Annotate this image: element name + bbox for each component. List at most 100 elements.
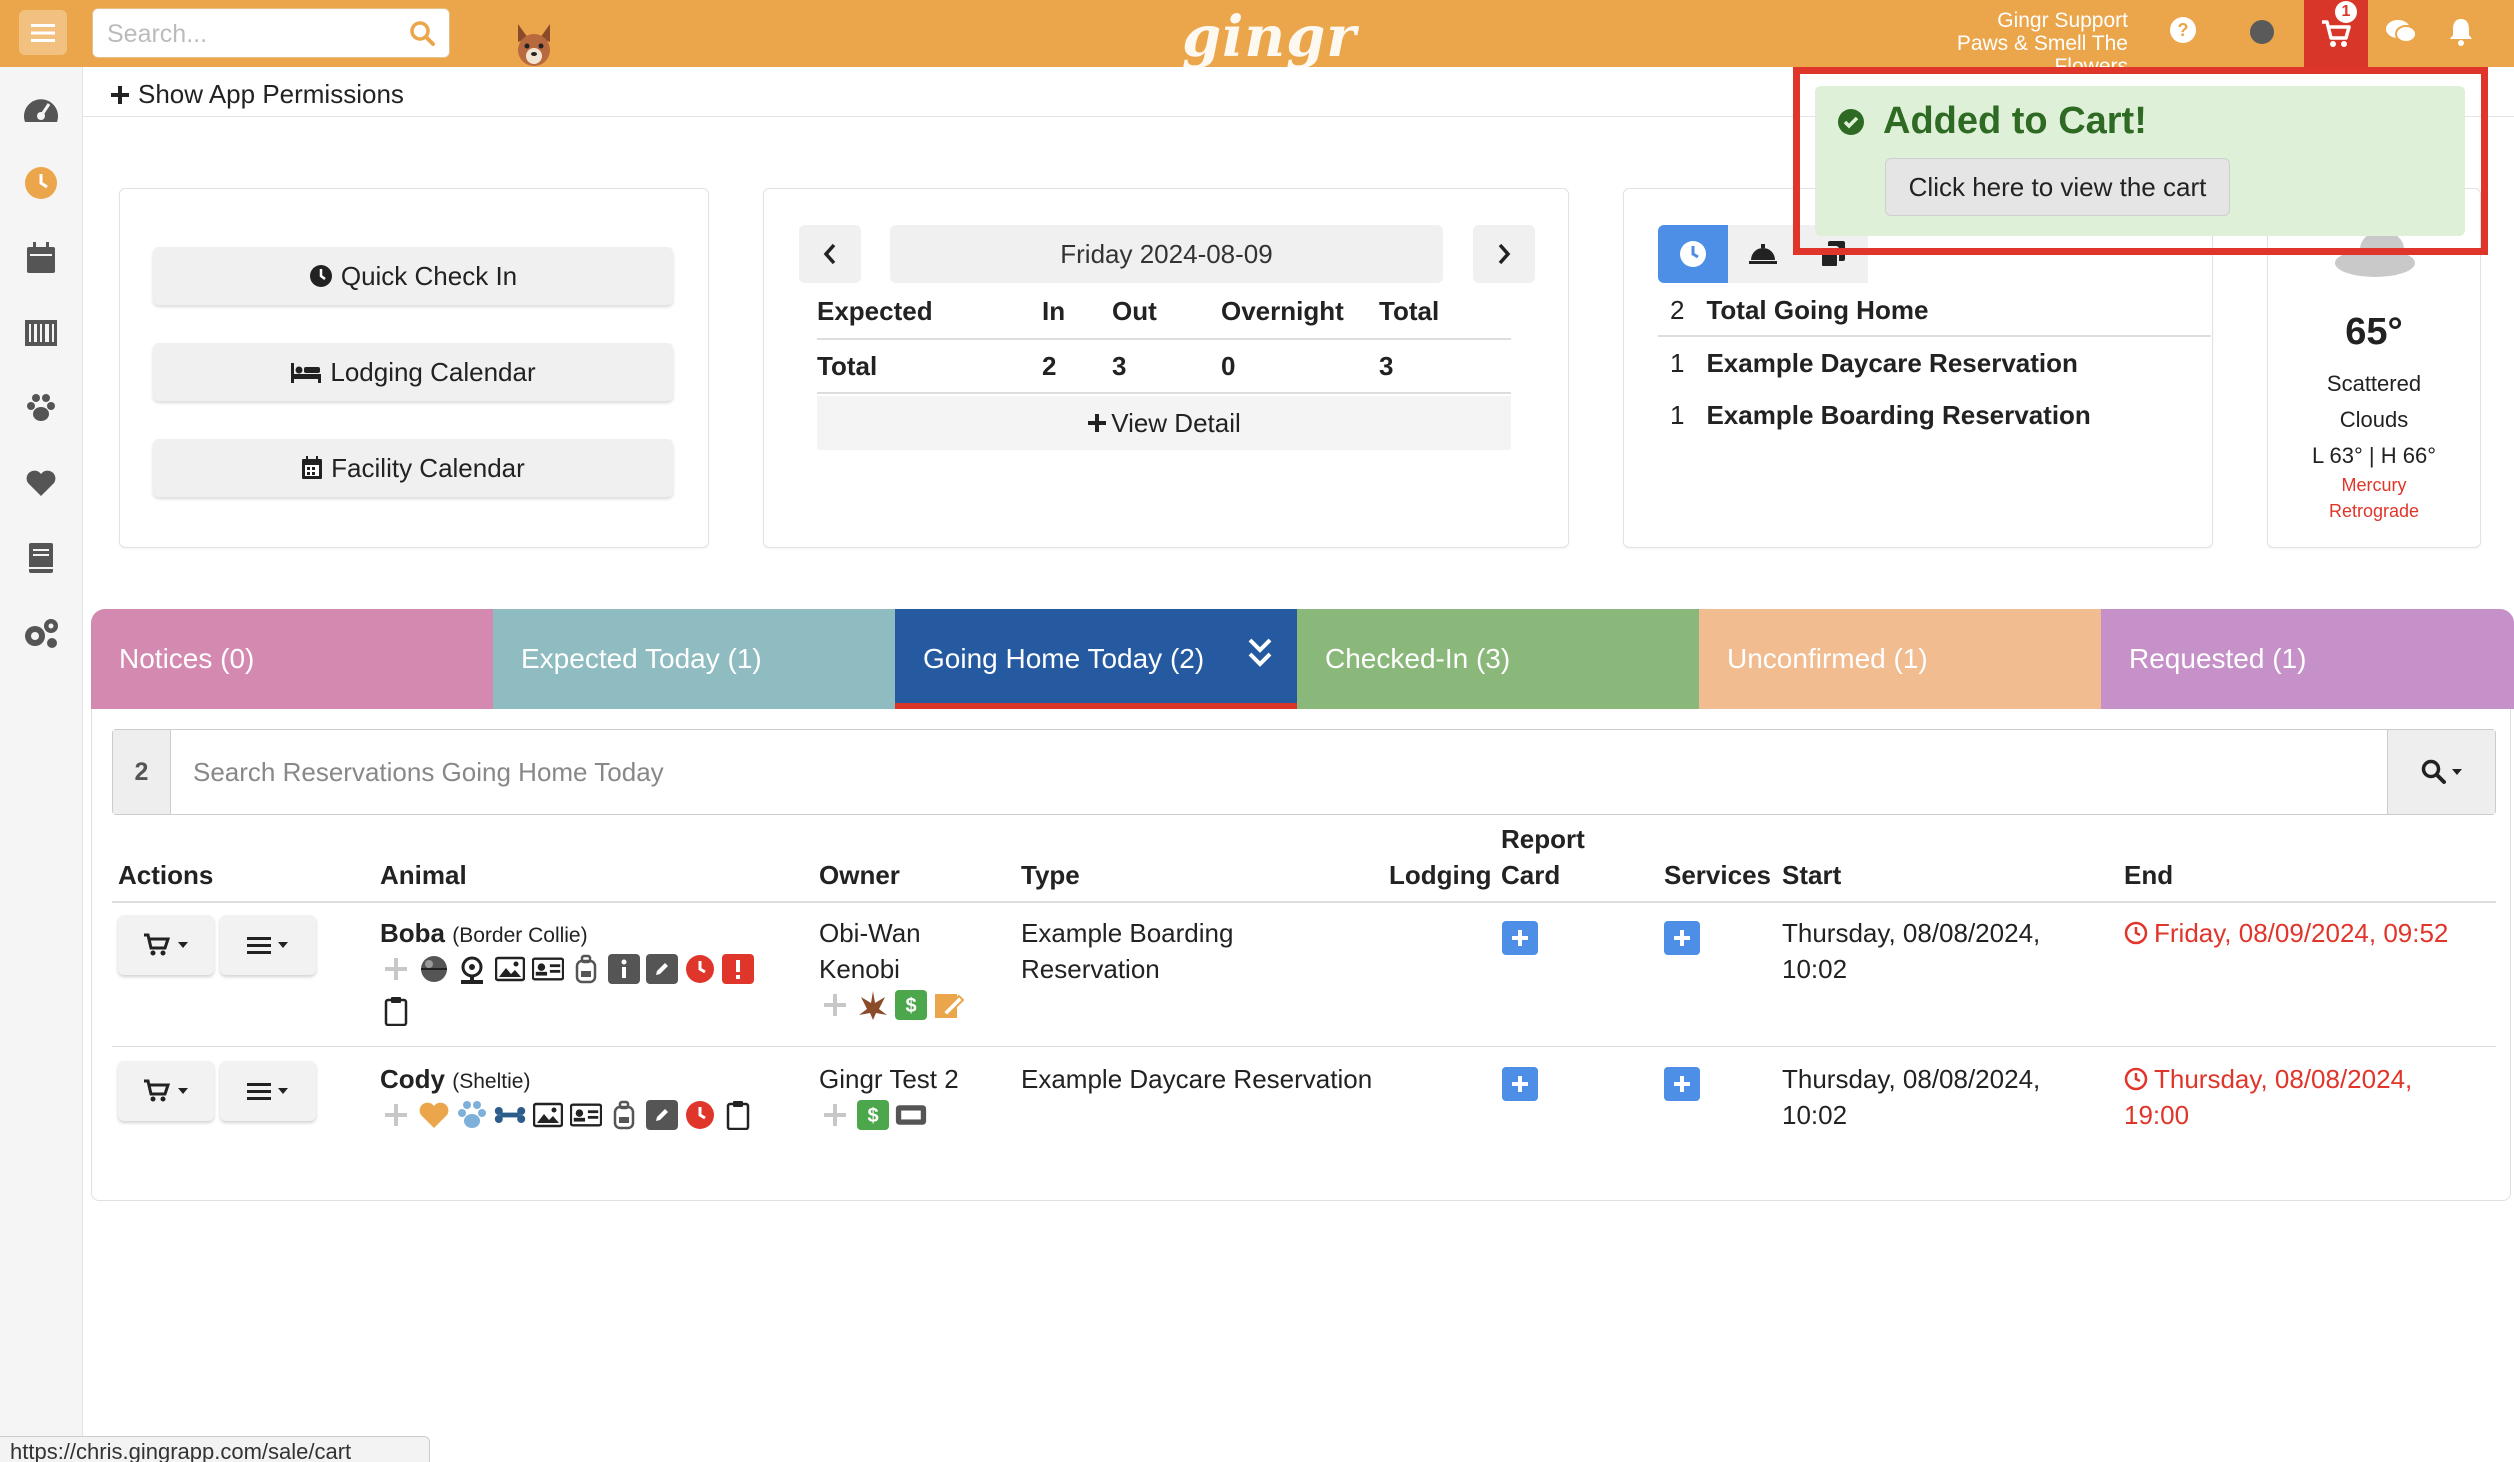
- view-cart-button[interactable]: Click here to view the cart: [1885, 158, 2230, 216]
- going-home-row[interactable]: 1 Example Daycare Reservation: [1658, 337, 2211, 389]
- add-icon[interactable]: [819, 989, 851, 1021]
- add-service-button[interactable]: [1664, 921, 1700, 955]
- photo-icon[interactable]: [494, 953, 526, 985]
- col-services: Services: [1664, 860, 1771, 890]
- settings-gears-icon[interactable]: [21, 613, 61, 653]
- quick-check-in-button[interactable]: Quick Check In: [153, 247, 673, 305]
- row-label: Total: [817, 339, 1042, 394]
- caret-down-icon: [2451, 769, 2462, 775]
- paw-icon[interactable]: [21, 388, 61, 428]
- weather-condition: Clouds: [2339, 407, 2409, 432]
- animal-breed: (Sheltie): [452, 1070, 531, 1093]
- calendar-icon[interactable]: [21, 238, 61, 278]
- search-icon[interactable]: [409, 20, 435, 46]
- id-card-icon[interactable]: [532, 953, 564, 985]
- reservation-search-input[interactable]: [171, 730, 2387, 814]
- going-home-row[interactable]: 1 Example Boarding Reservation: [1658, 389, 2211, 441]
- dashboard-icon[interactable]: [21, 89, 61, 129]
- barcode-icon[interactable]: [21, 313, 61, 353]
- add-to-cart-dropdown-button[interactable]: [118, 915, 214, 975]
- time-view-tab[interactable]: [1658, 225, 1728, 283]
- owner-cell[interactable]: Gingr Test 2: [819, 1061, 959, 1097]
- previous-day-button[interactable]: [799, 225, 861, 283]
- col-type: Type: [1021, 860, 1080, 890]
- list-icon: [247, 1083, 271, 1100]
- add-icon[interactable]: [380, 1099, 412, 1131]
- heart-icon[interactable]: [418, 1099, 450, 1131]
- tab-notices[interactable]: Notices (0): [91, 609, 493, 709]
- tab-checked-in[interactable]: Checked-In (3): [1297, 609, 1699, 709]
- owner-name: Kenobi: [819, 954, 900, 984]
- heart-icon[interactable]: [21, 463, 61, 503]
- edit-icon[interactable]: [646, 953, 678, 985]
- status-dot-icon[interactable]: [2249, 19, 2275, 45]
- notifications-bell-icon[interactable]: [2448, 17, 2474, 47]
- tab-going-home-today[interactable]: Going Home Today (2): [895, 609, 1297, 709]
- hamburger-menu-button[interactable]: [19, 10, 67, 55]
- plus-icon: [111, 85, 129, 104]
- animal-name-link[interactable]: Boba: [380, 918, 445, 948]
- calendar-icon: [302, 456, 323, 479]
- dollar-icon[interactable]: $: [895, 989, 927, 1021]
- death-star-icon[interactable]: [418, 953, 450, 985]
- chat-icon[interactable]: [2385, 18, 2417, 46]
- paw-icon[interactable]: [456, 1099, 488, 1131]
- plus-icon: [1674, 1076, 1690, 1092]
- alarm-clock-icon[interactable]: [684, 1099, 716, 1131]
- alarm-clock-icon[interactable]: [684, 953, 716, 985]
- signature-icon[interactable]: [933, 989, 965, 1021]
- help-icon[interactable]: ?: [2169, 16, 2197, 44]
- backpack-icon[interactable]: [570, 953, 602, 985]
- alert-icon[interactable]: [722, 953, 754, 985]
- tab-unconfirmed[interactable]: Unconfirmed (1): [1699, 609, 2101, 709]
- row-menu-dropdown-button[interactable]: [220, 915, 316, 975]
- facility-calendar-button[interactable]: Facility Calendar: [153, 439, 673, 497]
- check-circle-icon: [1838, 108, 1864, 135]
- add-report-card-button[interactable]: [1502, 1067, 1538, 1101]
- service-view-tab[interactable]: [1728, 225, 1798, 283]
- row-menu-dropdown-button[interactable]: [220, 1061, 316, 1121]
- add-icon[interactable]: [819, 1099, 851, 1131]
- tab-label: Going Home Today (2): [923, 643, 1205, 674]
- tab-requested[interactable]: Requested (1): [2101, 609, 2514, 709]
- tab-expected-today[interactable]: Expected Today (1): [493, 609, 895, 709]
- double-chevron-down-icon[interactable]: [1247, 637, 1273, 669]
- end-date: Thursday, 08/08/2024,: [2154, 1064, 2413, 1094]
- add-service-button[interactable]: [1664, 1067, 1700, 1101]
- book-icon[interactable]: [21, 538, 61, 578]
- clock-icon[interactable]: [21, 163, 61, 203]
- sidebar: [0, 67, 83, 1462]
- animal-name-link[interactable]: Cody: [380, 1064, 445, 1094]
- current-date[interactable]: Friday 2024-08-09: [890, 225, 1443, 283]
- global-search[interactable]: [92, 8, 450, 58]
- clipboard-icon[interactable]: [380, 995, 412, 1027]
- lodging-calendar-button[interactable]: Lodging Calendar: [153, 343, 673, 401]
- bone-icon[interactable]: [494, 1099, 526, 1131]
- reservation-search-button[interactable]: [2387, 730, 2495, 814]
- ticket-icon[interactable]: [895, 1099, 927, 1131]
- next-day-button[interactable]: [1473, 225, 1535, 283]
- owner-name: Obi-Wan: [819, 918, 921, 948]
- add-icon[interactable]: [380, 953, 412, 985]
- edit-icon[interactable]: [646, 1099, 678, 1131]
- col-animal: Animal: [380, 860, 467, 890]
- owner-cell[interactable]: Obi-Wan Kenobi: [819, 915, 921, 987]
- gingr-logo[interactable]: gingr: [1182, 4, 1357, 70]
- id-card-icon[interactable]: [570, 1099, 602, 1131]
- backpack-icon[interactable]: [608, 1099, 640, 1131]
- add-report-card-button[interactable]: [1502, 921, 1538, 955]
- dollar-icon[interactable]: $: [857, 1099, 889, 1131]
- type-cell: Example Boarding Reservation: [1021, 915, 1233, 987]
- menu-icon: [31, 23, 55, 42]
- view-detail-button[interactable]: View Detail: [817, 396, 1511, 450]
- add-to-cart-dropdown-button[interactable]: [118, 1061, 214, 1121]
- info-icon[interactable]: [608, 953, 640, 985]
- droid-icon[interactable]: [456, 953, 488, 985]
- jedi-order-icon[interactable]: [857, 989, 889, 1021]
- clipboard-icon[interactable]: [722, 1099, 754, 1131]
- global-search-input[interactable]: [107, 17, 397, 51]
- going-home-count: 1: [1670, 399, 1685, 430]
- photo-icon[interactable]: [532, 1099, 564, 1131]
- show-app-permissions-link[interactable]: Show App Permissions: [110, 79, 404, 110]
- quick-check-in-label: Quick Check In: [340, 260, 518, 291]
